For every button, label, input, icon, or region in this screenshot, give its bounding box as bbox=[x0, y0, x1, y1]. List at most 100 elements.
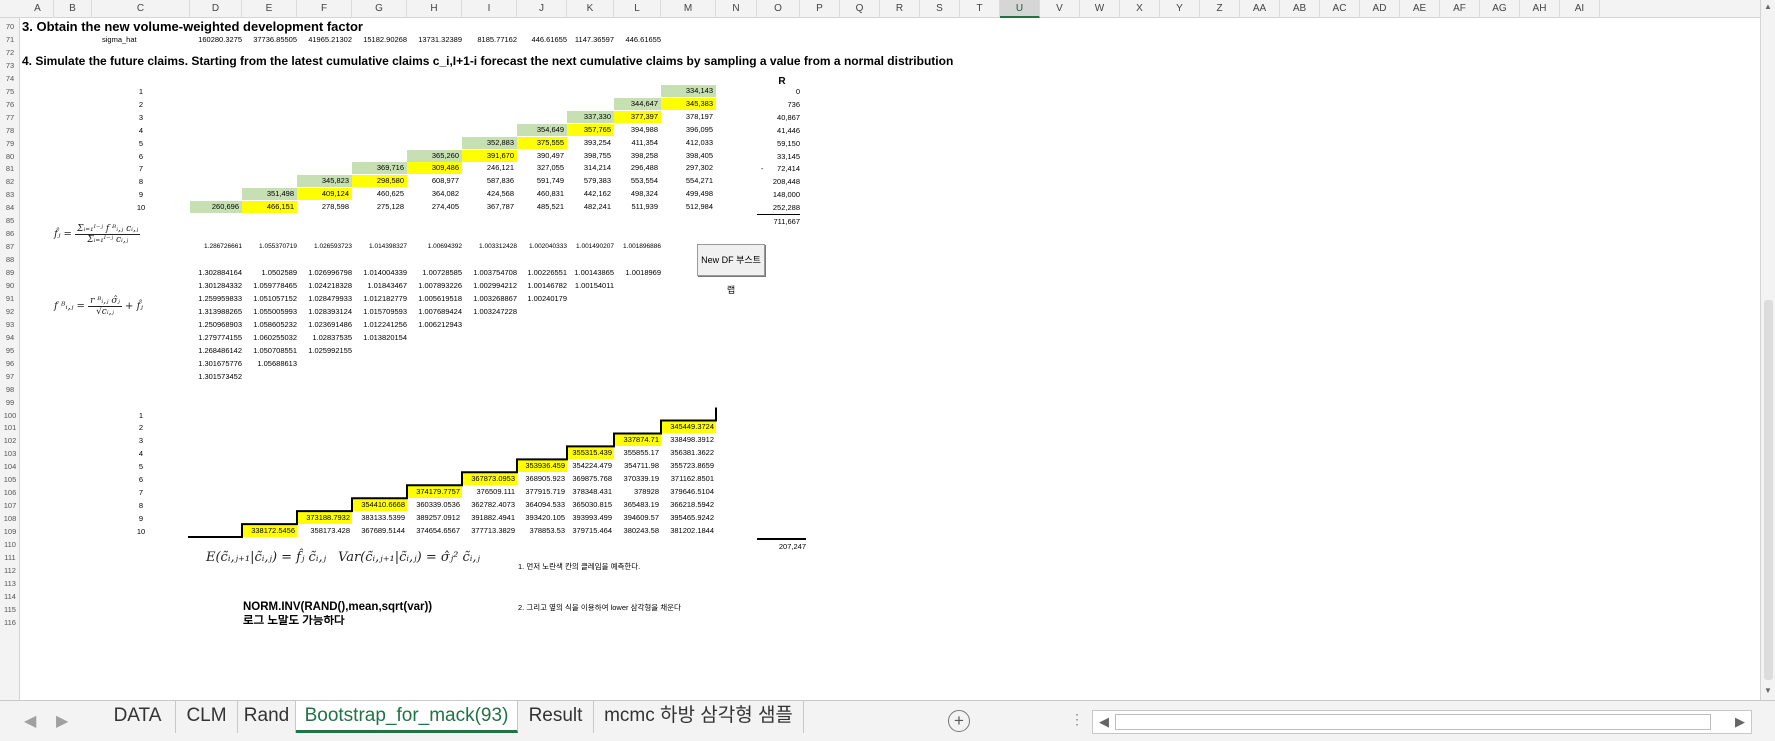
scroll-right-icon[interactable]: ▶ bbox=[1735, 714, 1745, 730]
vertical-scrollbar[interactable]: ▲ ▼ bbox=[1760, 0, 1775, 700]
horizontal-scroll-thumb[interactable] bbox=[1115, 714, 1711, 730]
next-sheet-icon[interactable]: ▶ bbox=[56, 711, 68, 731]
column-header-e[interactable]: E bbox=[242, 0, 297, 18]
row-header-107[interactable]: 107 bbox=[0, 501, 20, 510]
row-header-92[interactable]: 92 bbox=[0, 307, 20, 316]
row-header-113[interactable]: 113 bbox=[0, 579, 20, 588]
row-header-112[interactable]: 112 bbox=[0, 566, 20, 575]
column-header-c[interactable]: C bbox=[92, 0, 190, 18]
row-header-96[interactable]: 96 bbox=[0, 359, 20, 368]
row-header-85[interactable]: 85 bbox=[0, 216, 20, 225]
row-header-99[interactable]: 99 bbox=[0, 398, 20, 407]
row-header-70[interactable]: 70 bbox=[0, 22, 20, 31]
column-header-m[interactable]: M bbox=[661, 0, 716, 18]
sheet-tab[interactable]: Rand bbox=[238, 701, 296, 733]
sheet-tab[interactable]: DATA bbox=[100, 701, 176, 733]
row-header-100[interactable]: 100 bbox=[0, 411, 20, 420]
column-header-x[interactable]: X bbox=[1120, 0, 1160, 18]
column-header-ad[interactable]: AD bbox=[1360, 0, 1400, 18]
row-header-72[interactable]: 72 bbox=[0, 48, 20, 57]
row-header-74[interactable]: 74 bbox=[0, 74, 20, 83]
scroll-up-icon[interactable]: ▲ bbox=[1764, 2, 1772, 11]
cell-grid[interactable]: 3. Obtain the new volume-weighted develo… bbox=[20, 18, 1760, 700]
row-header-86[interactable]: 86 bbox=[0, 229, 20, 238]
tab-split-handle-icon[interactable]: ⋮ bbox=[1070, 711, 1084, 728]
row-header-111[interactable]: 111 bbox=[0, 553, 20, 562]
row-header-109[interactable]: 109 bbox=[0, 527, 20, 536]
column-header-l[interactable]: L bbox=[614, 0, 661, 18]
row-header-81[interactable]: 81 bbox=[0, 164, 20, 173]
row-header-104[interactable]: 104 bbox=[0, 462, 20, 471]
row-header-90[interactable]: 90 bbox=[0, 281, 20, 290]
row-header-97[interactable]: 97 bbox=[0, 372, 20, 381]
column-header-ai[interactable]: AI bbox=[1560, 0, 1600, 18]
column-header-s[interactable]: S bbox=[920, 0, 960, 18]
column-header-r[interactable]: R bbox=[880, 0, 920, 18]
column-header-n[interactable]: N bbox=[716, 0, 757, 18]
column-header-aa[interactable]: AA bbox=[1240, 0, 1280, 18]
column-header-g[interactable]: G bbox=[352, 0, 407, 18]
column-header-ae[interactable]: AE bbox=[1400, 0, 1440, 18]
sheet-tab[interactable]: mcmc 하방 삼각형 샘플 bbox=[594, 701, 804, 733]
column-header-u[interactable]: U bbox=[1000, 0, 1040, 18]
row-header-71[interactable]: 71 bbox=[0, 35, 20, 44]
row-header-82[interactable]: 82 bbox=[0, 177, 20, 186]
row-header-98[interactable]: 98 bbox=[0, 385, 20, 394]
column-header-i[interactable]: I bbox=[462, 0, 517, 18]
column-header-f[interactable]: F bbox=[297, 0, 352, 18]
row-header-110[interactable]: 110 bbox=[0, 540, 20, 549]
column-header-h[interactable]: H bbox=[407, 0, 462, 18]
row-header-115[interactable]: 115 bbox=[0, 605, 20, 614]
row-header-87[interactable]: 87 bbox=[0, 242, 20, 251]
row-header-114[interactable]: 114 bbox=[0, 592, 20, 601]
column-header-k[interactable]: K bbox=[567, 0, 614, 18]
row-header-77[interactable]: 77 bbox=[0, 113, 20, 122]
sheet-tab[interactable]: Result bbox=[518, 701, 594, 733]
add-sheet-icon[interactable]: + bbox=[948, 710, 970, 732]
row-header-76[interactable]: 76 bbox=[0, 100, 20, 109]
scroll-down-icon[interactable]: ▼ bbox=[1764, 686, 1772, 695]
column-header-ab[interactable]: AB bbox=[1280, 0, 1320, 18]
column-header-ac[interactable]: AC bbox=[1320, 0, 1360, 18]
column-header-b[interactable]: B bbox=[54, 0, 92, 18]
row-header-94[interactable]: 94 bbox=[0, 333, 20, 342]
row-header-91[interactable]: 91 bbox=[0, 294, 20, 303]
row-header-105[interactable]: 105 bbox=[0, 475, 20, 484]
row-header-106[interactable]: 106 bbox=[0, 488, 20, 497]
column-header-y[interactable]: Y bbox=[1160, 0, 1200, 18]
row-header-73[interactable]: 73 bbox=[0, 61, 20, 70]
sheet-tab[interactable]: CLM bbox=[176, 701, 238, 733]
row-header-93[interactable]: 93 bbox=[0, 320, 20, 329]
column-header-ah[interactable]: AH bbox=[1520, 0, 1560, 18]
column-header-af[interactable]: AF bbox=[1440, 0, 1480, 18]
row-header-88[interactable]: 88 bbox=[0, 255, 20, 264]
sheet-tab[interactable]: Bootstrap_for_mack(93) bbox=[296, 701, 518, 733]
column-header-q[interactable]: Q bbox=[840, 0, 880, 18]
column-header-o[interactable]: O bbox=[757, 0, 800, 18]
row-header-89[interactable]: 89 bbox=[0, 268, 20, 277]
column-header-w[interactable]: W bbox=[1080, 0, 1120, 18]
row-header-84[interactable]: 84 bbox=[0, 203, 20, 212]
column-header-j[interactable]: J bbox=[517, 0, 567, 18]
column-header-ag[interactable]: AG bbox=[1480, 0, 1520, 18]
row-header-102[interactable]: 102 bbox=[0, 436, 20, 445]
row-header-79[interactable]: 79 bbox=[0, 139, 20, 148]
row-header-78[interactable]: 78 bbox=[0, 126, 20, 135]
vertical-scroll-thumb[interactable] bbox=[1764, 300, 1773, 680]
row-header-101[interactable]: 101 bbox=[0, 423, 20, 432]
row-header-103[interactable]: 103 bbox=[0, 449, 20, 458]
row-header-83[interactable]: 83 bbox=[0, 190, 20, 199]
column-header-v[interactable]: V bbox=[1040, 0, 1080, 18]
prev-sheet-icon[interactable]: ◀ bbox=[24, 711, 36, 731]
column-header-z[interactable]: Z bbox=[1200, 0, 1240, 18]
row-header-116[interactable]: 116 bbox=[0, 618, 20, 627]
scroll-left-icon[interactable]: ◀ bbox=[1099, 714, 1109, 730]
column-header-p[interactable]: P bbox=[800, 0, 840, 18]
row-header-80[interactable]: 80 bbox=[0, 152, 20, 161]
row-header-95[interactable]: 95 bbox=[0, 346, 20, 355]
horizontal-scrollbar[interactable]: ◀ ▶ bbox=[1092, 710, 1752, 734]
column-header-d[interactable]: D bbox=[190, 0, 242, 18]
column-header-a[interactable]: A bbox=[22, 0, 54, 18]
row-header-75[interactable]: 75 bbox=[0, 87, 20, 96]
row-header-108[interactable]: 108 bbox=[0, 514, 20, 523]
